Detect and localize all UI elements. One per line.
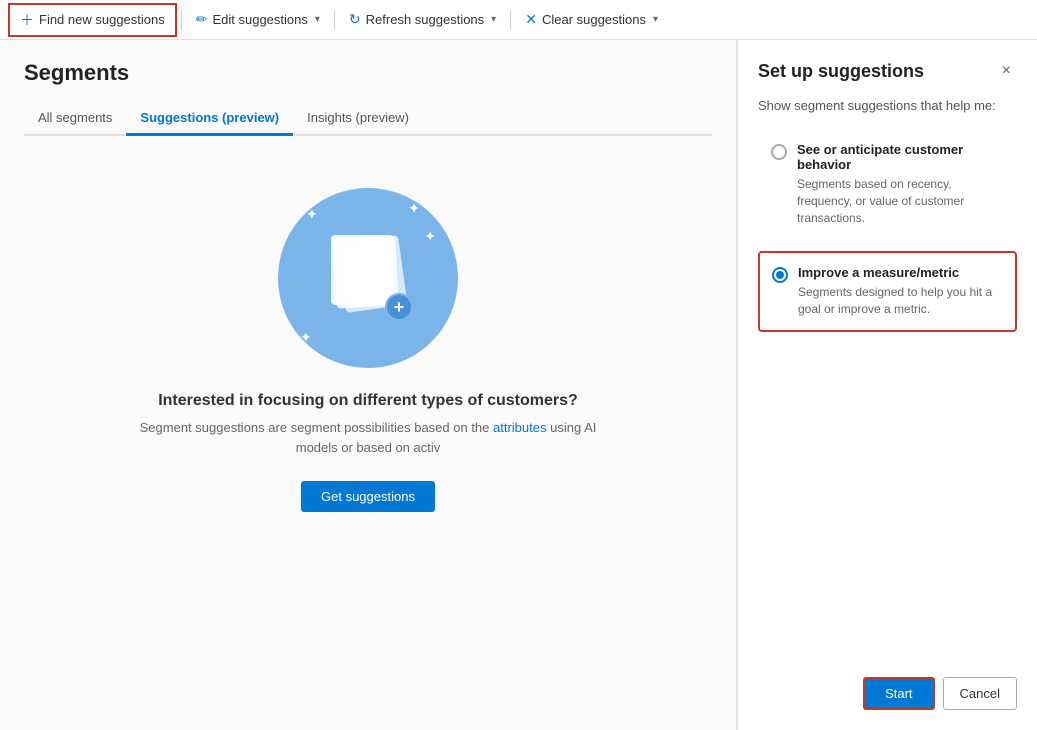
plus-icon: ＋ <box>20 10 34 30</box>
sparkle-icon-2: ✦ <box>408 200 420 217</box>
edit-chevron-icon: ▾ <box>315 14 320 25</box>
panel-subtitle: Show segment suggestions that help me: <box>758 98 1017 113</box>
illustration: ✦ ✦ ✦ ✦ + <box>278 188 458 368</box>
start-button[interactable]: Start <box>863 677 934 710</box>
tab-insights-preview[interactable]: Insights (preview) <box>293 102 423 136</box>
cancel-button[interactable]: Cancel <box>943 677 1017 710</box>
edit-icon: ✏ <box>196 11 208 28</box>
option-behavior-desc: Segments based on recency, frequency, or… <box>797 176 1004 226</box>
refresh-icon: ↻ <box>349 11 361 28</box>
close-panel-button[interactable]: × <box>996 60 1017 82</box>
refresh-suggestions-button[interactable]: ↻ Refresh suggestions ▾ <box>339 6 506 33</box>
tabs-bar: All segments Suggestions (preview) Insig… <box>24 102 712 136</box>
sparkle-icon-3: ✦ <box>300 329 312 346</box>
radio-metric[interactable] <box>772 267 788 283</box>
refresh-chevron-icon: ▾ <box>491 14 496 25</box>
clear-icon: ✕ <box>525 11 537 28</box>
option-metric-label: Improve a measure/metric <box>798 265 1003 280</box>
clear-suggestions-button[interactable]: ✕ Clear suggestions ▾ <box>515 6 668 33</box>
radio-behavior[interactable] <box>771 144 787 160</box>
get-suggestions-button[interactable]: Get suggestions <box>301 481 435 512</box>
sparkle-icon-4: ✦ <box>424 228 436 245</box>
find-new-suggestions-button[interactable]: ＋ Find new suggestions <box>8 3 177 37</box>
tab-suggestions-preview[interactable]: Suggestions (preview) <box>126 102 293 136</box>
center-desc: Segment suggestions are segment possibil… <box>118 418 618 457</box>
edit-suggestions-button[interactable]: ✏ Edit suggestions ▾ <box>186 6 330 33</box>
option-metric-card[interactable]: Improve a measure/metric Segments design… <box>758 251 1017 332</box>
left-panel: Segments All segments Suggestions (previ… <box>0 40 737 730</box>
page-title: Segments <box>24 60 712 86</box>
option-behavior-label: See or anticipate customer behavior <box>797 142 1004 172</box>
panel-footer: Start Cancel <box>758 677 1017 710</box>
separator-1 <box>181 10 182 30</box>
option-metric-desc: Segments designed to help you hit a goal… <box>798 284 1003 318</box>
right-panel: Set up suggestions × Show segment sugges… <box>737 40 1037 730</box>
toolbar: ＋ Find new suggestions ✏ Edit suggestion… <box>0 0 1037 40</box>
clear-chevron-icon: ▾ <box>653 14 658 25</box>
center-title: Interested in focusing on different type… <box>158 392 578 410</box>
sparkle-icon-1: ✦ <box>306 206 318 223</box>
option-behavior-card[interactable]: See or anticipate customer behavior Segm… <box>758 129 1017 239</box>
center-content: ✦ ✦ ✦ ✦ + <box>24 168 712 512</box>
panel-header: Set up suggestions × <box>758 60 1017 82</box>
option-behavior-text: See or anticipate customer behavior Segm… <box>797 142 1004 226</box>
option-metric-text: Improve a measure/metric Segments design… <box>798 265 1003 318</box>
separator-3 <box>510 10 511 30</box>
main-layout: Segments All segments Suggestions (previ… <box>0 40 1037 730</box>
separator-2 <box>334 10 335 30</box>
panel-title: Set up suggestions <box>758 61 924 82</box>
tab-all-segments[interactable]: All segments <box>24 102 126 136</box>
add-icon: + <box>385 293 413 321</box>
